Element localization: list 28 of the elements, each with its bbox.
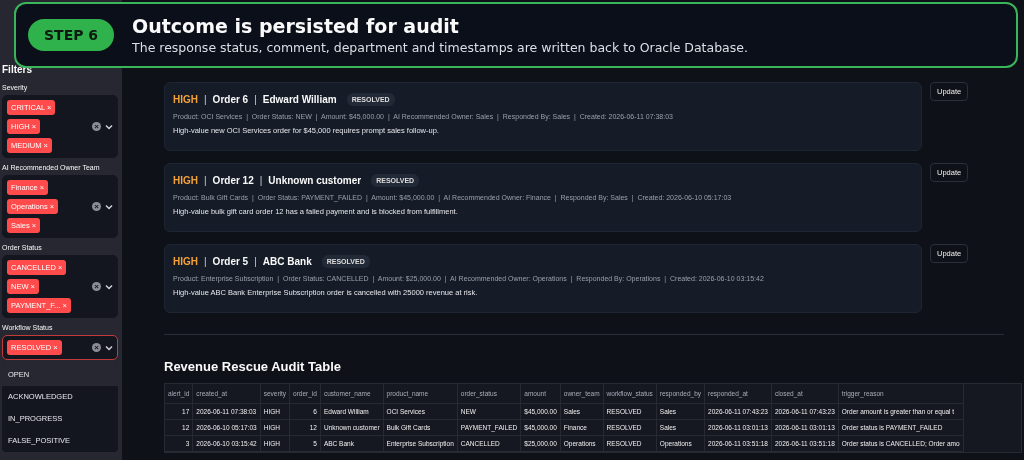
customer-name: ABC Bank (262, 256, 312, 267)
separator-text: | (204, 175, 207, 186)
customer-name: Edward William (262, 94, 337, 105)
separator-text: | (259, 175, 263, 186)
order-number: Order 6 (212, 94, 249, 105)
severity-label: HIGH (173, 94, 198, 105)
customer-name: Unknown customer (268, 175, 362, 186)
chevron-down-icon[interactable] (105, 283, 113, 290)
clear-button[interactable]: × (92, 122, 101, 131)
banner-title: Outcome is persisted for audit (132, 15, 460, 37)
order-number: Order 12 (212, 175, 254, 186)
chevron-down-icon[interactable] (105, 123, 113, 130)
severity-label: HIGH (173, 256, 198, 267)
chevron-down-icon[interactable] (105, 344, 113, 351)
sidebar-title: Filters (2, 64, 33, 75)
severity-label: HIGH (173, 175, 198, 186)
chevron-down-icon[interactable] (105, 203, 113, 210)
order-number: Order 5 (212, 256, 249, 267)
clear-button[interactable]: × (92, 343, 101, 352)
step-badge: STEP 6 (28, 19, 115, 51)
separator-text: | (254, 256, 257, 267)
separator-text: | (254, 94, 257, 105)
clear-button[interactable]: × (92, 202, 101, 211)
banner-subtitle: The response status, comment, department and timestamps are written back to Oracle Database. (132, 40, 748, 55)
separator-text: | (204, 256, 207, 267)
clear-button[interactable]: × (92, 282, 101, 291)
section-heading: Revenue Rescue Audit Table (164, 359, 342, 374)
separator-text: | (204, 94, 207, 105)
